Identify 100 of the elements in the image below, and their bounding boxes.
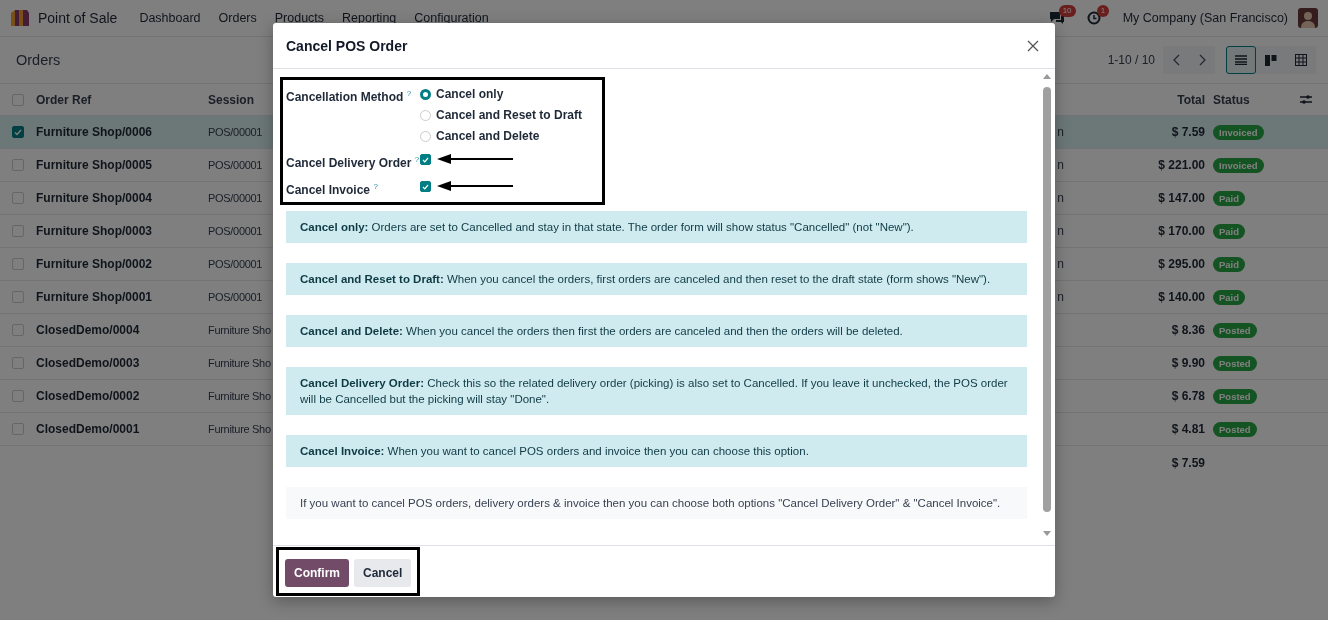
- info-note: Cancel Invoice: When you want to cancel POS orders and invoice then you can choose this option.: [286, 435, 1027, 467]
- table-cell: POS/00001: [208, 126, 263, 138]
- column-header[interactable]: Order Ref: [36, 92, 208, 107]
- table-cell: POS/00001: [208, 258, 263, 270]
- view-switch-button[interactable]: [1226, 46, 1256, 74]
- help-tooltip-mark[interactable]: ?: [373, 182, 378, 191]
- table-cell: Furniture Shop/0003: [36, 224, 153, 238]
- field-label: Cancellation Method: [286, 90, 404, 104]
- check-icon: [422, 156, 429, 163]
- table-cell: n: [1057, 257, 1064, 271]
- table-cell: ClosedDemo/0004: [36, 323, 140, 337]
- settings-sliders-icon[interactable]: [1300, 94, 1312, 105]
- menu-item[interactable]: Dashboard: [139, 11, 201, 25]
- table-cell: Furniture Shop/0002: [36, 257, 153, 271]
- chevron-right-icon: [1198, 54, 1206, 66]
- status-badge: Paid: [1213, 289, 1246, 305]
- confirm-button[interactable]: Confirm: [285, 559, 349, 587]
- table-cell: ClosedDemo/0001: [36, 422, 140, 436]
- table-cell: POS/00001: [208, 159, 263, 171]
- help-tooltip-mark[interactable]: ?: [406, 89, 412, 98]
- table-cell: $ 170.00: [1158, 224, 1205, 238]
- help-tooltip-mark[interactable]: ?: [414, 155, 420, 164]
- menu-item[interactable]: Configuration: [414, 11, 489, 25]
- notification-badge: 1: [1096, 5, 1110, 17]
- dialog-title: Cancel POS Order: [286, 37, 408, 54]
- table-cell: $ 6.78: [1171, 389, 1205, 403]
- radio-label[interactable]: Cancel and Delete: [436, 128, 540, 144]
- radio-label[interactable]: Cancel only: [436, 86, 504, 102]
- radio-button[interactable]: [420, 88, 431, 100]
- info-note: Cancel and Delete: When you cancel the orders then first the orders are canceled and then the orders will be deleted.: [286, 315, 1027, 347]
- table-cell: Furniture Shop/0001: [36, 290, 153, 304]
- status-badge: Paid: [1213, 223, 1246, 239]
- info-note: Cancel Delivery Order: Check this so the related delivery order (picking) is also set to Cancelled. If you leave it unchecked, the POS order will be Cancelled but the picking will stay "Done".: [286, 367, 1027, 415]
- table-cell: ClosedDemo/0003: [36, 356, 140, 370]
- table-cell: POS/00001: [208, 225, 263, 237]
- menu-item[interactable]: Reporting: [342, 11, 397, 25]
- table-cell: $ 4.81: [1171, 422, 1205, 436]
- app-logo-icon[interactable]: [10, 9, 30, 27]
- status-badge: Invoiced: [1213, 124, 1264, 140]
- arrow-icon: [437, 181, 513, 191]
- field-label: Cancel Invoice: [286, 183, 371, 197]
- list-view-icon: [1235, 55, 1247, 65]
- table-cell: $ 7.59: [1171, 125, 1205, 139]
- table-cell: Furniture Shop/0004: [36, 191, 153, 205]
- table-cell: ClosedDemo/0002: [36, 389, 140, 403]
- table-cell: Furniture Sho: [208, 357, 271, 369]
- table-cell: n: [1057, 224, 1064, 238]
- summary-note: If you want to cancel POS orders, delivery orders & invoice then you can choose both options "Cancel Delivery Order" & "Cancel Invoice".: [286, 487, 1027, 519]
- menu-item[interactable]: Orders: [218, 11, 257, 25]
- kanban-view-icon: [1265, 54, 1277, 66]
- row-checkbox[interactable]: [12, 126, 24, 138]
- table-cell: n: [1057, 158, 1064, 172]
- column-header[interactable]: Status: [1205, 92, 1250, 107]
- table-cell: $ 9.90: [1171, 356, 1205, 370]
- check-icon: [422, 183, 429, 190]
- status-badge: Paid: [1213, 190, 1246, 206]
- select-all-checkbox[interactable]: [12, 93, 24, 106]
- table-cell: Furniture Sho: [208, 390, 271, 402]
- table-cell: n: [1057, 125, 1064, 139]
- avatar-icon[interactable]: [1298, 8, 1318, 28]
- table-cell: n: [1057, 191, 1064, 205]
- status-badge: Paid: [1213, 256, 1246, 272]
- radio-label[interactable]: Cancel and Reset to Draft: [436, 107, 583, 123]
- table-cell: POS/00001: [208, 291, 263, 303]
- table-cell: $ 8.36: [1171, 323, 1205, 337]
- status-badge: Invoiced: [1213, 157, 1264, 173]
- table-cell: $ 147.00: [1158, 191, 1205, 205]
- table-cell: POS/00001: [208, 192, 263, 204]
- table-cell: $ 140.00: [1158, 290, 1205, 304]
- table-cell: $ 295.00: [1158, 257, 1205, 271]
- chat-icon[interactable]: [1048, 11, 1065, 25]
- check-icon: [14, 128, 22, 136]
- company-name[interactable]: My Company (San Francisco): [1122, 11, 1288, 25]
- info-note: Cancel only: Orders are set to Cancelled and stay in that state. The order form will show status "Cancelled" (not "New").: [286, 211, 1027, 243]
- grid-view-icon: [1295, 54, 1307, 66]
- status-badge: Posted: [1213, 355, 1257, 371]
- chevron-left-icon: [1172, 54, 1180, 66]
- page-title: Orders: [16, 52, 61, 68]
- app-name[interactable]: Point of Sale: [38, 10, 118, 26]
- menu-item[interactable]: Products: [274, 11, 325, 25]
- column-header[interactable]: Total: [1064, 92, 1205, 107]
- clock-icon[interactable]: [1086, 11, 1101, 25]
- checkbox[interactable]: [420, 181, 431, 192]
- notification-badge: 10: [1058, 5, 1076, 17]
- info-note: Cancel and Reset to Draft: When you cancel the orders, first orders are canceled and then reset to the draft state (form shows "New").: [286, 263, 1027, 295]
- status-badge: Posted: [1213, 388, 1257, 404]
- arrow-icon: [437, 154, 513, 164]
- checkbox[interactable]: [420, 154, 431, 165]
- table-cell: Furniture Sho: [208, 324, 271, 336]
- field-label: Cancel Delivery Order: [286, 156, 412, 170]
- pager-text: 1-10 / 10: [1107, 53, 1155, 67]
- close-icon: [1027, 39, 1039, 52]
- table-cell: Furniture Sho: [208, 423, 271, 435]
- cancel-button[interactable]: Cancel: [354, 559, 412, 587]
- status-badge: Posted: [1213, 421, 1257, 437]
- total-sum: $ 7.59: [1171, 455, 1205, 470]
- table-cell: n: [1057, 290, 1064, 304]
- table-cell: Furniture Shop/0006: [36, 125, 153, 139]
- table-cell: Furniture Shop/0005: [36, 158, 153, 172]
- status-badge: Posted: [1213, 322, 1257, 338]
